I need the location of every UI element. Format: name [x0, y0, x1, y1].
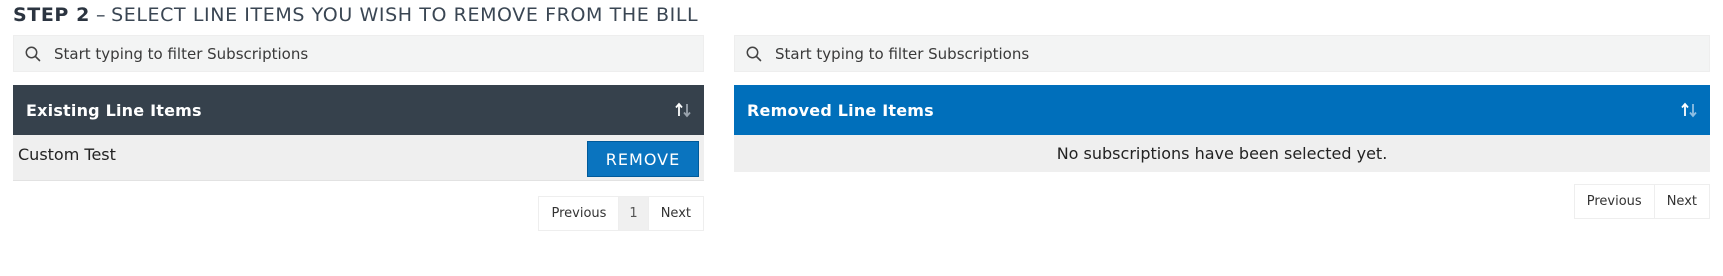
table-row: Custom Test REMOVE: [13, 135, 704, 181]
pagination-next[interactable]: Next: [1655, 185, 1709, 218]
empty-state-message: No subscriptions have been selected yet.: [734, 135, 1710, 172]
sort-icon[interactable]: [674, 101, 692, 119]
existing-list-header: Existing Line Items: [13, 85, 704, 135]
search-icon: [25, 46, 41, 61]
step-number: STEP 2: [13, 4, 90, 26]
step-instruction: SELECT LINE ITEMS YOU WISH TO REMOVE FRO…: [111, 4, 699, 26]
removed-line-items-panel: Removed Line Items No subscriptions have…: [734, 35, 1710, 219]
removed-header-title: Removed Line Items: [747, 100, 934, 120]
removed-pagination: Previous Next: [1573, 184, 1710, 219]
search-icon: [746, 46, 762, 61]
removed-filter-input[interactable]: [775, 36, 1709, 71]
remove-button[interactable]: REMOVE: [587, 141, 699, 177]
existing-filter-input[interactable]: [54, 36, 703, 71]
page: STEP 2– SELECT LINE ITEMS YOU WISH TO REM…: [0, 0, 1723, 276]
existing-pagination: Previous 1 Next: [538, 196, 704, 231]
pagination-previous[interactable]: Previous: [1575, 185, 1655, 218]
pagination-page-1[interactable]: 1: [619, 197, 649, 230]
line-item-name: Custom Test: [18, 145, 116, 164]
pagination-next[interactable]: Next: [649, 197, 703, 230]
step-heading: STEP 2– SELECT LINE ITEMS YOU WISH TO REM…: [13, 4, 698, 26]
removed-filter-box: [734, 35, 1710, 72]
pagination-previous[interactable]: Previous: [539, 197, 620, 230]
step-dash: –: [95, 4, 107, 26]
existing-line-items-panel: Existing Line Items Custom Test REMOVE P…: [13, 35, 704, 231]
sort-icon[interactable]: [1680, 101, 1698, 119]
existing-header-title: Existing Line Items: [26, 100, 202, 120]
removed-list-header: Removed Line Items: [734, 85, 1710, 135]
existing-filter-box: [13, 35, 704, 72]
